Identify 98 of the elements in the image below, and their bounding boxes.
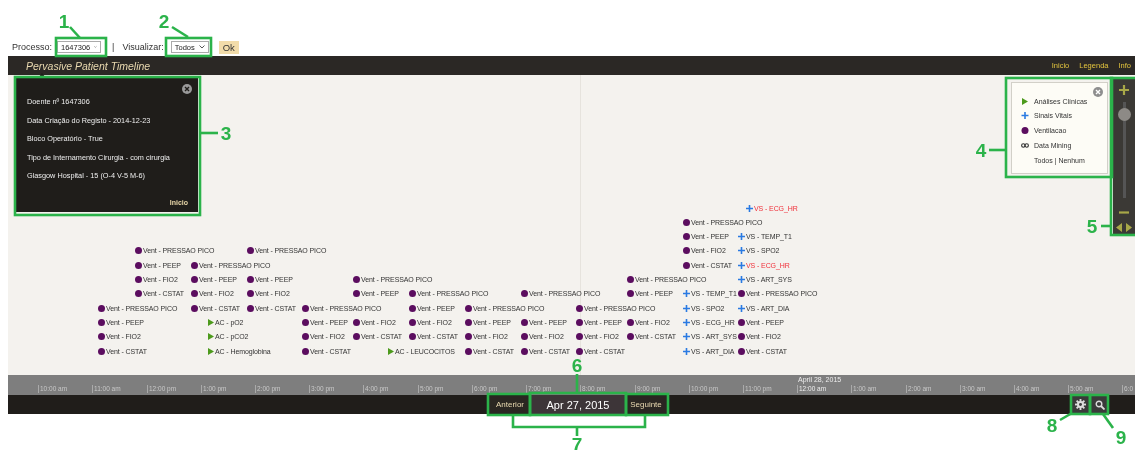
dot-icon (738, 333, 745, 341)
plus-icon (738, 276, 745, 283)
dot-icon (247, 276, 254, 283)
callout-number: 4 (975, 140, 987, 160)
dot-icon (465, 318, 472, 326)
settings-button[interactable] (1072, 396, 1089, 413)
dot-icon (521, 290, 528, 298)
app-title: Pervasive Patient Timeline (26, 59, 151, 72)
dot-icon (353, 318, 360, 326)
plus-icon (746, 204, 753, 212)
dot-icon (302, 304, 309, 312)
dot-icon (409, 333, 416, 341)
dot-icon (98, 333, 105, 341)
dot-icon (135, 247, 142, 255)
triangle-icon (388, 347, 394, 355)
view-label: Visualizar: (122, 42, 164, 52)
callout-number: 9 (1115, 427, 1127, 447)
dot-icon (98, 347, 105, 355)
dot-icon (683, 247, 690, 255)
next-button[interactable]: Seguinte (625, 396, 667, 413)
annotation-frame (54, 26, 108, 58)
dot-icon (247, 247, 254, 255)
triangle-icon (1021, 97, 1029, 105)
annotation-frame (1059, 393, 1092, 422)
plus-icon (683, 304, 690, 312)
pan-arrows-icon[interactable] (1116, 223, 1132, 232)
dot-icon (98, 304, 105, 312)
annotation-frame (1088, 393, 1115, 429)
dot-icon (465, 347, 472, 355)
dot-icon (738, 290, 745, 298)
plus-icon (683, 290, 690, 298)
dot-icon (247, 304, 254, 312)
plus-icon (683, 333, 690, 341)
dot-icon (353, 276, 360, 283)
dot-icon (191, 304, 198, 312)
plus-icon (683, 347, 690, 355)
date-display[interactable]: Apr 27, 2015 (531, 395, 625, 414)
dot-icon (521, 347, 528, 355)
dot-icon (465, 333, 472, 341)
plus-icon (738, 261, 745, 269)
dot-icon (409, 304, 416, 312)
process-label: Processo: (12, 42, 53, 52)
callout-number: 6 (571, 355, 583, 375)
dot-icon (191, 276, 198, 283)
callout-number: 7 (571, 434, 583, 450)
callout-number: 3 (220, 123, 232, 143)
plus-icon (683, 318, 690, 326)
dot-icon (302, 318, 309, 326)
dot-icon (683, 218, 690, 226)
dot-icon (302, 347, 309, 355)
dot-icon (191, 261, 198, 269)
dot-icon (627, 333, 634, 341)
dot-icon (738, 347, 745, 355)
dot-icon (683, 261, 690, 269)
close-icon[interactable] (1093, 87, 1103, 97)
dot-icon (1021, 127, 1029, 134)
dot-icon (135, 276, 142, 283)
plus-icon (738, 233, 745, 241)
dot-icon (521, 318, 528, 326)
dot-icon (738, 318, 745, 326)
dot-icon (683, 233, 690, 241)
previous-button[interactable]: Anterior (489, 396, 531, 413)
dot-icon (627, 276, 634, 283)
dot-icon (409, 318, 416, 326)
dot-icon (576, 318, 583, 326)
slider-thumb[interactable] (1117, 108, 1131, 122)
dot-icon (302, 333, 309, 341)
dot-icon (353, 333, 360, 341)
dot-icon (627, 290, 634, 298)
callout-number: 8 (1046, 415, 1058, 435)
dot-icon (576, 333, 583, 341)
dot-icon (135, 261, 142, 269)
dot-icon (576, 304, 583, 312)
dot-icon (576, 347, 583, 355)
dot-icon (465, 304, 472, 312)
dot-icon (247, 290, 254, 298)
dot-icon (353, 290, 360, 298)
zoom-in-icon[interactable] (1119, 85, 1129, 95)
callout-number: 5 (1086, 216, 1098, 236)
close-icon[interactable] (182, 84, 192, 94)
plus-icon (738, 304, 745, 312)
plus-icon (738, 247, 745, 255)
dot-icon (191, 290, 198, 298)
dot-icon (521, 333, 528, 341)
ok-button[interactable]: Ok (218, 40, 239, 54)
dot-icon (627, 318, 634, 326)
dot-icon (409, 290, 416, 298)
plus-icon (1021, 112, 1029, 120)
link-icon (1021, 142, 1029, 148)
dot-icon (98, 318, 105, 326)
callout-number: 2 (158, 11, 170, 31)
chevron-icon (94, 45, 98, 49)
callout-number: 1 (58, 11, 70, 31)
dot-icon (135, 290, 142, 298)
separator-text: | (112, 42, 115, 52)
settings-icon (1075, 399, 1086, 410)
chevron-icon (198, 45, 205, 49)
search-icon (1094, 399, 1105, 410)
